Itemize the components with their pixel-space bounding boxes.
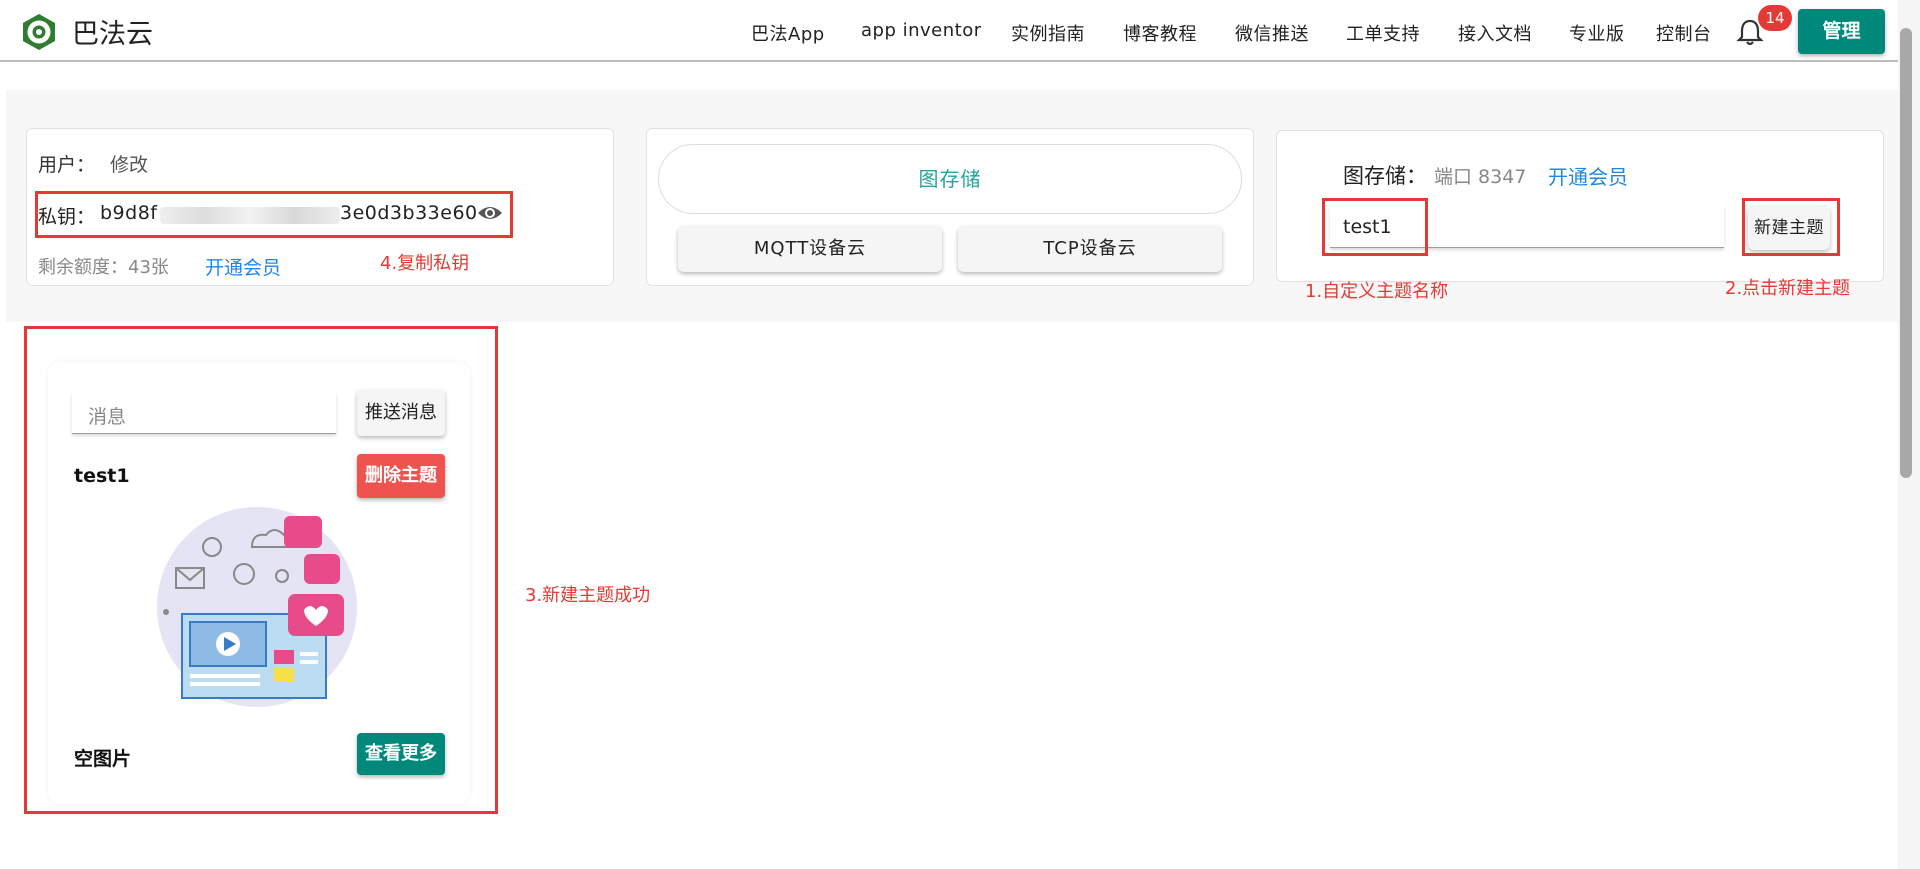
image-storage-tab[interactable]: 图存储 [658,144,1242,214]
nav-ticket-support[interactable]: 工单支持 [1346,20,1420,46]
nav-blog[interactable]: 博客教程 [1123,20,1197,46]
edit-user-link[interactable]: 修改 [110,150,148,177]
user-label: 用户： [38,154,96,176]
nav-docs[interactable]: 接入文档 [1458,20,1532,46]
notification-badge: 14 [1758,5,1792,31]
topic-input-highlight-box [1322,198,1428,256]
scrollbar-thumb[interactable] [1900,28,1912,478]
key-highlight-box [35,191,513,238]
new-topic-highlight-box [1742,198,1840,256]
annotation-step4: 4.复制私钥 [380,253,470,274]
quota-label: 剩余额度：43张 [38,257,169,278]
brand-name[interactable]: 巴法云 [72,12,153,51]
nav-examples[interactable]: 实例指南 [1011,20,1085,46]
bafayun-logo[interactable] [20,13,58,51]
nav-wechat-push[interactable]: 微信推送 [1235,20,1309,46]
annotation-step2: 2.点击新建主题 [1725,278,1851,299]
mqtt-cloud-button[interactable]: MQTT设备云 [678,226,942,272]
vip-link-storage[interactable]: 开通会员 [1548,161,1628,190]
manage-button[interactable]: 管理 [1798,9,1885,54]
tcp-cloud-button[interactable]: TCP设备云 [958,226,1222,272]
annotation-step1: 1.自定义主题名称 [1305,281,1449,302]
topic-card-highlight-box [24,326,498,814]
storage-port: 端口 8347 [1434,166,1527,188]
nav-app-inventor[interactable]: app inventor [861,20,982,41]
vip-link-account[interactable]: 开通会员 [205,253,281,280]
storage-title: 图存储： [1343,164,1427,188]
top-navbar: 巴法云 巴法App app inventor 实例指南 博客教程 微信推送 工单… [0,0,1898,62]
nav-pro[interactable]: 专业版 [1569,20,1625,46]
nav-console[interactable]: 控制台 [1656,20,1712,46]
nav-bafa-app[interactable]: 巴法App [751,20,825,46]
annotation-step3: 3.新建主题成功 [525,585,651,606]
